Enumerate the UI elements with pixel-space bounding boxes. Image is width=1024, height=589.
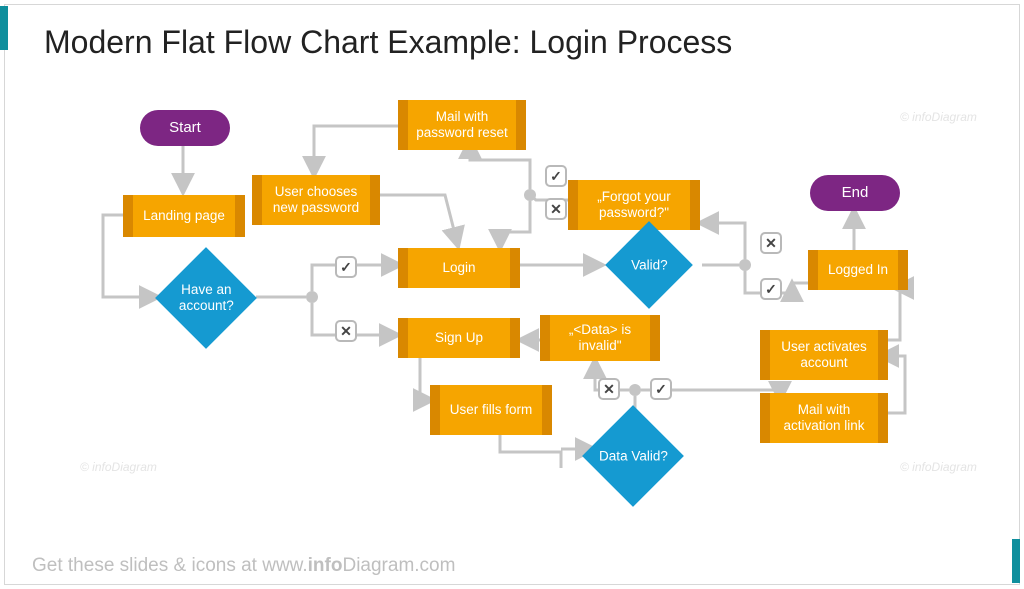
process-landing: Landing page — [123, 195, 245, 237]
process-data-invalid: „<Data> is invalid" — [540, 315, 660, 361]
process-mail-reset-label: Mail with password reset — [410, 109, 514, 140]
gate-no-icon: ✕ — [760, 232, 782, 254]
terminator-end: End — [810, 175, 900, 211]
decision-have-account-label: Have an account? — [170, 282, 242, 313]
footer-site-bold: info — [308, 555, 343, 576]
process-landing-label: Landing page — [143, 208, 225, 224]
process-user-fills-label: User fills form — [450, 402, 533, 418]
process-signup-label: Sign Up — [435, 330, 483, 346]
process-mail-link-label: Mail with activation link — [772, 402, 876, 433]
footer-prefix: Get these slides & icons at — [32, 555, 262, 576]
terminator-start: Start — [140, 110, 230, 146]
footer-site-tld: .com — [414, 555, 455, 576]
gate-yes-icon: ✓ — [650, 378, 672, 400]
connectors — [0, 0, 1024, 589]
process-logged-in-label: Logged In — [828, 262, 888, 278]
gate-yes-icon: ✓ — [545, 165, 567, 187]
gate-no-icon: ✕ — [598, 378, 620, 400]
terminator-start-label: Start — [169, 119, 201, 136]
flowchart-canvas: Start End Landing page User chooses new … — [0, 0, 1024, 589]
process-user-fills: User fills form — [430, 385, 552, 435]
process-signup: Sign Up — [398, 318, 520, 358]
process-data-invalid-label: „<Data> is invalid" — [552, 322, 648, 353]
process-forgot: „Forgot your password?" — [568, 180, 700, 230]
gate-no-icon: ✕ — [335, 320, 357, 342]
process-mail-reset: Mail with password reset — [398, 100, 526, 150]
footer-site-www: www. — [262, 555, 307, 576]
gate-no-icon: ✕ — [545, 198, 567, 220]
process-user-activates-label: User activates account — [772, 339, 876, 370]
footer-site-rest: Diagram — [342, 555, 414, 576]
process-login-label: Login — [442, 260, 475, 276]
gate-yes-icon: ✓ — [335, 256, 357, 278]
process-logged-in: Logged In — [808, 250, 908, 290]
process-login: Login — [398, 248, 520, 288]
decision-data-valid-label: Data Valid? — [599, 448, 668, 464]
process-forgot-label: „Forgot your password?" — [580, 189, 688, 220]
gate-yes-icon: ✓ — [760, 278, 782, 300]
process-user-activates: User activates account — [760, 330, 888, 380]
decision-valid-label: Valid? — [631, 257, 668, 273]
terminator-end-label: End — [842, 184, 869, 201]
footer: Get these slides & icons at www.infoDiag… — [32, 555, 455, 577]
process-mail-link: Mail with activation link — [760, 393, 888, 443]
slide: Modern Flat Flow Chart Example: Login Pr… — [0, 0, 1024, 589]
process-new-password: User chooses new password — [252, 175, 380, 225]
process-new-password-label: User chooses new password — [264, 184, 368, 215]
